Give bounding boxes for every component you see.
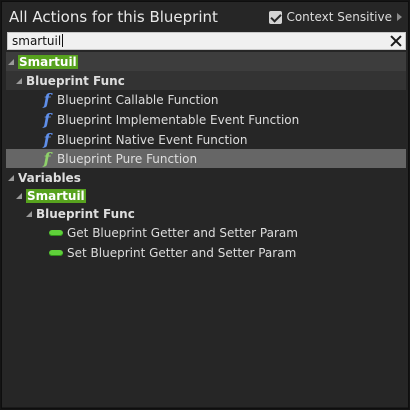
collapse-arrow-icon[interactable] bbox=[16, 193, 22, 199]
action-item-blueprint-callable-function[interactable]: f Blueprint Callable Function bbox=[40, 90, 219, 110]
search-match-highlight: Smartuil bbox=[18, 55, 78, 69]
search-input[interactable]: smartuil bbox=[7, 32, 406, 50]
subcategory-blueprint-func-variables[interactable]: Blueprint Func bbox=[26, 204, 135, 224]
collapse-arrow-icon[interactable] bbox=[8, 175, 14, 181]
search-match-highlight: Smartuil bbox=[26, 189, 86, 203]
category-smartuil[interactable]: Smartuil bbox=[8, 52, 78, 72]
text-caret bbox=[62, 34, 64, 47]
action-item-blueprint-native-event-function[interactable]: f Blueprint Native Event Function bbox=[40, 130, 248, 150]
context-sensitive-label: Context Sensitive bbox=[286, 10, 392, 24]
subcategory-label: Blueprint Func bbox=[26, 74, 125, 88]
collapse-arrow-icon[interactable] bbox=[26, 211, 32, 217]
action-menu-panel: All Actions for this Blueprint Context S… bbox=[1, 1, 409, 409]
action-item-label: Blueprint Callable Function bbox=[57, 93, 219, 107]
category-smartuil-variables[interactable]: Smartuil bbox=[16, 186, 86, 206]
collapse-arrow-icon[interactable] bbox=[16, 78, 22, 84]
pure-function-icon: f bbox=[43, 149, 51, 168]
context-sensitive-toggle[interactable]: Context Sensitive bbox=[269, 10, 402, 24]
category-label: Variables bbox=[18, 171, 81, 185]
panel-bottom-border bbox=[2, 407, 408, 408]
function-icon: f bbox=[43, 130, 51, 149]
action-item-label: Blueprint Implementable Event Function bbox=[57, 113, 300, 127]
action-item-blueprint-implementable-event-function[interactable]: f Blueprint Implementable Event Function bbox=[40, 110, 300, 130]
subcategory-label: Blueprint Func bbox=[36, 207, 135, 221]
search-input-text[interactable]: smartuil bbox=[12, 34, 64, 48]
function-icon: f bbox=[43, 110, 51, 129]
variable-icon bbox=[49, 250, 63, 256]
expand-arrow-icon[interactable] bbox=[397, 13, 402, 21]
variable-icon bbox=[49, 230, 63, 236]
action-item-label: Blueprint Pure Function bbox=[57, 152, 198, 166]
action-item-blueprint-pure-function[interactable]: f Blueprint Pure Function bbox=[40, 149, 198, 169]
subcategory-blueprint-func[interactable]: Blueprint Func bbox=[16, 71, 125, 91]
checkbox-checked-icon[interactable] bbox=[269, 10, 283, 24]
category-variables[interactable]: Variables bbox=[8, 168, 81, 188]
action-item-label: Blueprint Native Event Function bbox=[57, 133, 248, 147]
action-menu-title: All Actions for this Blueprint bbox=[9, 8, 218, 26]
clear-search-icon[interactable] bbox=[390, 35, 402, 47]
action-item-label: Set Blueprint Getter and Setter Param bbox=[67, 246, 297, 260]
action-menu-header: All Actions for this Blueprint Context S… bbox=[2, 2, 408, 32]
function-icon: f bbox=[43, 90, 51, 109]
collapse-arrow-icon[interactable] bbox=[8, 59, 14, 65]
action-item-label: Get Blueprint Getter and Setter Param bbox=[67, 226, 298, 240]
action-item-get-blueprint-getter-and-setter-param[interactable]: Get Blueprint Getter and Setter Param bbox=[49, 223, 298, 243]
action-item-set-blueprint-getter-and-setter-param[interactable]: Set Blueprint Getter and Setter Param bbox=[49, 243, 296, 263]
